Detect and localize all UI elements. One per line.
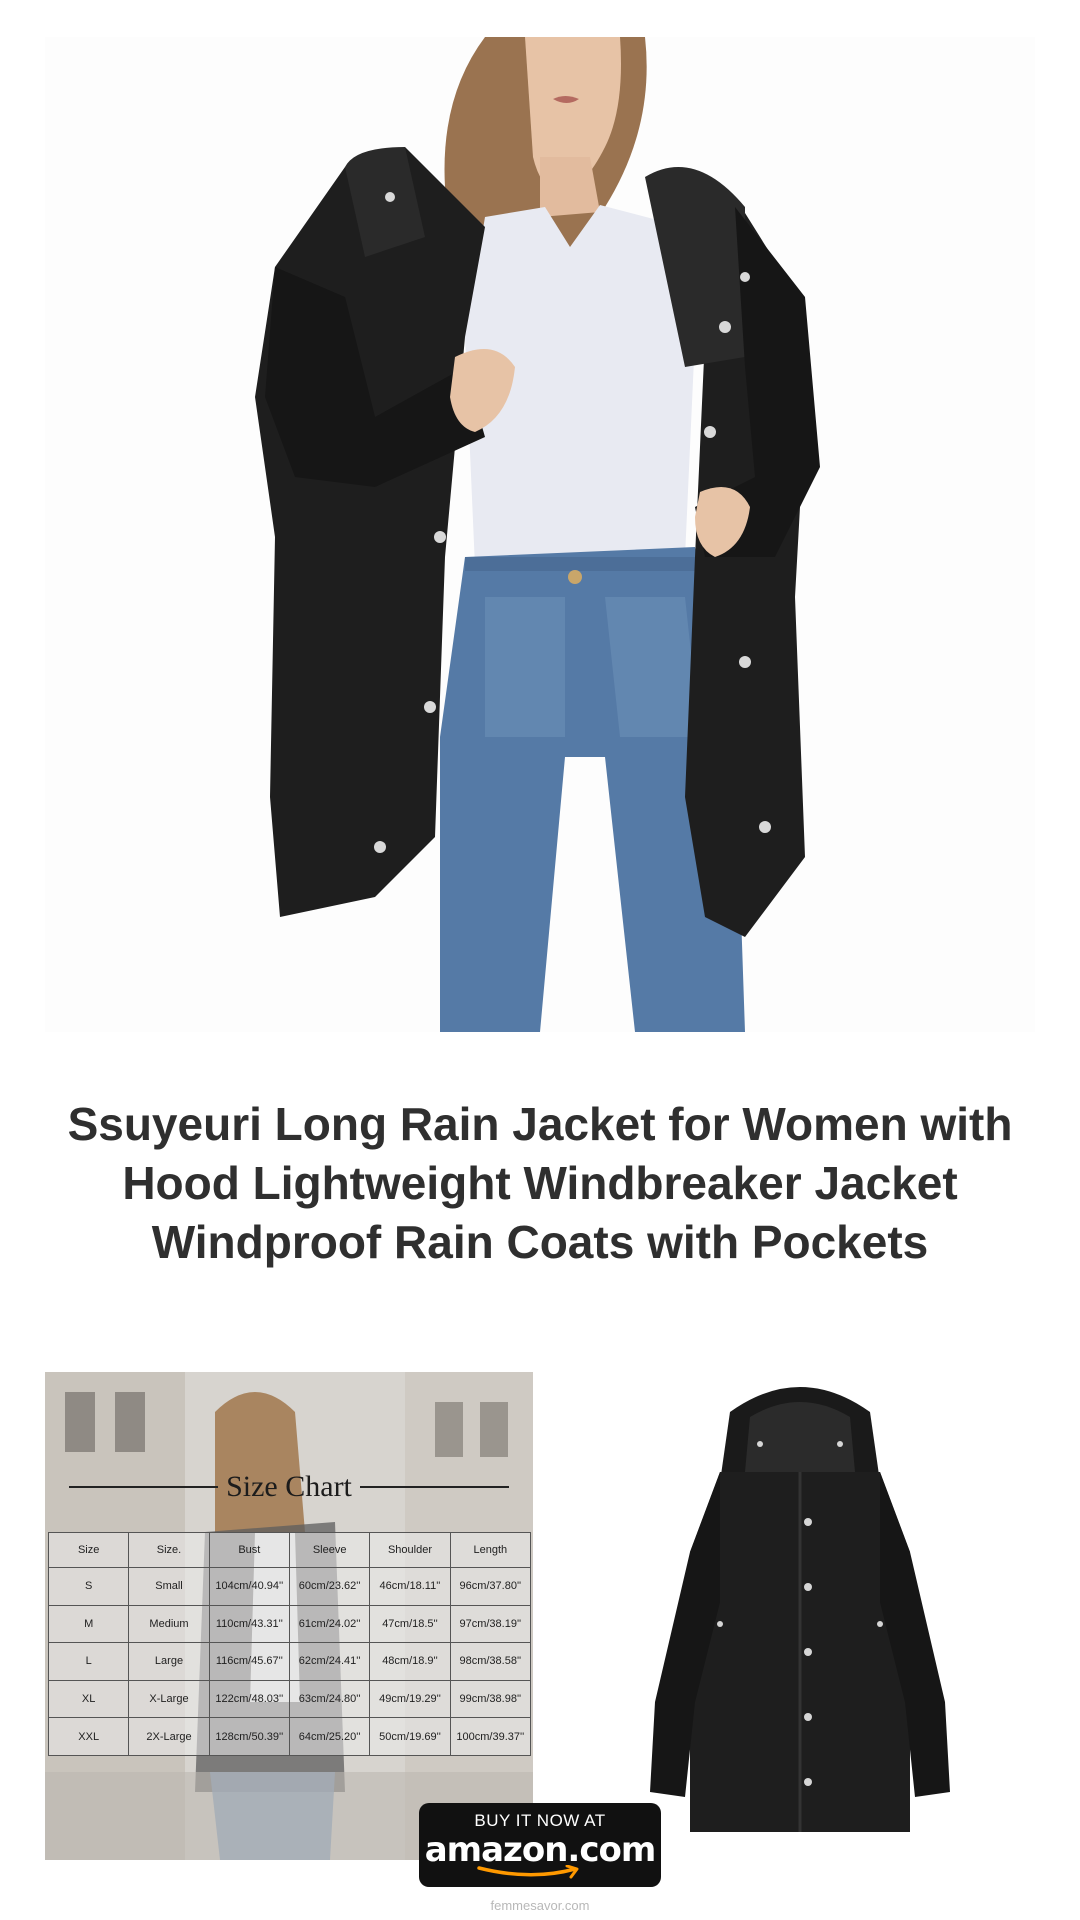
divider [69, 1486, 219, 1488]
product-hero-image [45, 37, 1035, 1032]
table-cell: 104cm/40.94'' [208, 1567, 290, 1606]
column-header: Size [47, 1532, 130, 1568]
column-header: Length [449, 1532, 532, 1568]
table-cell: 116cm/45.67'' [208, 1642, 290, 1681]
jacket-model-illustration [45, 37, 1035, 1032]
size-chart-heading: Size Chart [226, 1470, 352, 1503]
amazon-smile-icon [477, 1865, 579, 1879]
table-cell: 99cm/38.98'' [449, 1679, 532, 1719]
table-cell: 128cm/50.39'' [208, 1717, 290, 1756]
table-row: XXL 2X-Large 128cm/50.39'' 64cm/25.20'' … [47, 1717, 532, 1756]
table-cell: 50cm/19.69'' [369, 1717, 451, 1756]
column-header: Size. [128, 1532, 210, 1568]
table-cell: 64cm/25.20'' [288, 1717, 371, 1756]
size-chart-heading-row: Size Chart [69, 1462, 509, 1512]
table-cell: X-Large [128, 1679, 210, 1719]
table-row: M Medium 110cm/43.31'' 61cm/24.02'' 47cm… [47, 1604, 532, 1644]
table-cell: 60cm/23.62'' [288, 1567, 371, 1606]
table-cell: 98cm/38.58'' [449, 1642, 532, 1681]
table-cell: XXL [47, 1717, 130, 1756]
table-cell: 122cm/48.03'' [208, 1679, 290, 1719]
amazon-logo: amazon.com [424, 1830, 657, 1870]
table-cell: 2X-Large [128, 1717, 210, 1756]
table-cell: 47cm/18.5'' [369, 1604, 451, 1644]
table-cell: L [47, 1642, 130, 1681]
product-thumbnail-image [610, 1372, 990, 1860]
table-cell: 63cm/24.80'' [288, 1679, 371, 1719]
table-cell: Medium [128, 1604, 210, 1644]
table-row: L Large 116cm/45.67'' 62cm/24.41'' 48cm/… [47, 1642, 532, 1681]
product-title: Ssuyeuri Long Rain Jacket for Women with… [67, 1098, 1013, 1268]
table-cell: 100cm/39.37'' [449, 1717, 532, 1756]
table-cell: 49cm/19.29'' [369, 1679, 451, 1719]
column-header: Shoulder [369, 1532, 451, 1568]
table-cell: Large [128, 1642, 210, 1681]
table-cell: 110cm/43.31'' [208, 1604, 290, 1644]
buy-on-amazon-button[interactable]: BUY IT NOW AT amazon.com [419, 1803, 661, 1887]
table-cell: S [47, 1567, 130, 1606]
table-cell: M [47, 1604, 130, 1644]
table-cell: Small [128, 1567, 210, 1606]
jacket-illustration [610, 1372, 990, 1860]
table-cell: XL [47, 1679, 130, 1719]
table-cell: 62cm/24.41'' [288, 1642, 371, 1681]
table-header-row: Size Size. Bust Sleeve Shoulder Length [47, 1532, 532, 1568]
buy-button-label: BUY IT NOW AT [474, 1811, 606, 1830]
table-cell: 96cm/37.80'' [449, 1567, 532, 1606]
column-header: Bust [208, 1532, 290, 1568]
table-cell: 61cm/24.02'' [288, 1604, 371, 1644]
size-chart-table: Size Size. Bust Sleeve Shoulder Length S… [47, 1532, 532, 1756]
column-header: Sleeve [288, 1532, 371, 1568]
size-chart-image: Size Chart Size Size. Bust Sleeve Should… [45, 1372, 533, 1860]
table-row: S Small 104cm/40.94'' 60cm/23.62'' 46cm/… [47, 1567, 532, 1606]
table-cell: 97cm/38.19'' [449, 1604, 532, 1644]
site-watermark: femmesavor.com [490, 1898, 590, 1913]
divider [359, 1486, 509, 1488]
table-cell: 46cm/18.11'' [369, 1567, 451, 1606]
table-cell: 48cm/18.9'' [369, 1642, 451, 1681]
table-row: XL X-Large 122cm/48.03'' 63cm/24.80'' 49… [47, 1679, 532, 1719]
